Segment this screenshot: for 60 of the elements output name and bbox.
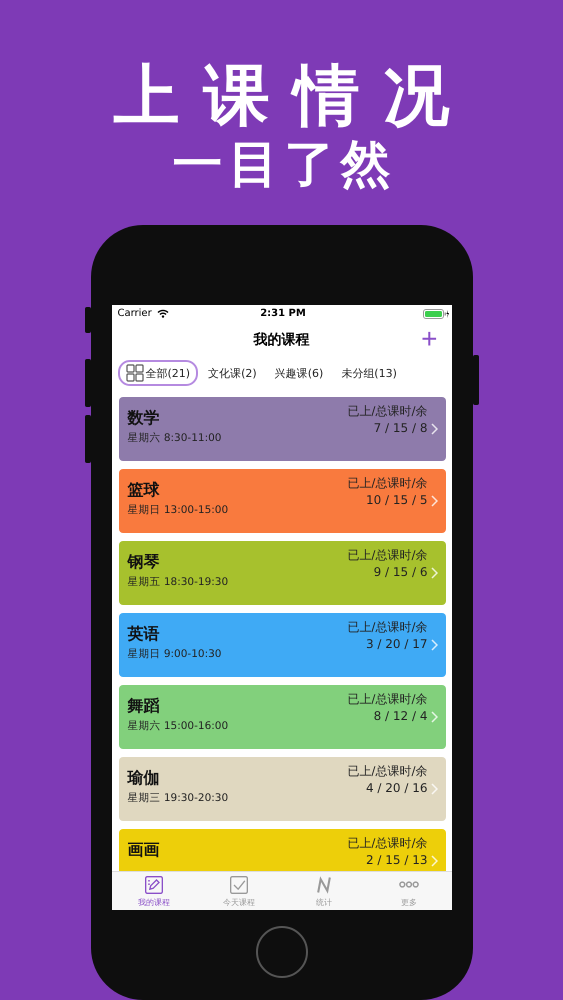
grid-icon xyxy=(126,364,144,382)
stats-value: 9 / 15 / 6 xyxy=(372,564,428,581)
stats-label: 已上/总课时/余 xyxy=(347,835,428,852)
chart-line-icon xyxy=(314,874,334,894)
chevron-icon xyxy=(430,711,438,723)
chevron-icon xyxy=(430,783,438,795)
stats-value: 8 / 12 / 4 xyxy=(372,708,428,725)
course-schedule: 星期三 19:30-20:30 xyxy=(128,791,230,805)
subheadline: 一目了然 xyxy=(172,136,396,192)
course-name: 英语 xyxy=(128,623,160,645)
course-schedule: 星期五 18:30-19:30 xyxy=(128,575,230,589)
wifi-icon xyxy=(156,309,169,318)
course-card[interactable]: 瑜伽 星期三 19:30-20:30 已上/总课时/余 4 / 20 / 16 xyxy=(118,757,446,821)
filter-tab[interactable]: 未分组(13) xyxy=(333,362,405,384)
stats-value: 10 / 15 / 5 xyxy=(364,492,428,509)
course-card[interactable]: 篮球 星期日 13:00-15:00 已上/总课时/余 10 / 15 / 5 xyxy=(118,469,446,533)
chevron-icon xyxy=(430,639,438,651)
filter-tab[interactable]: 兴趣课(6) xyxy=(266,362,332,384)
stats-value: 4 / 20 / 16 xyxy=(364,780,428,797)
stats-label: 已上/总课时/余 xyxy=(347,403,428,420)
chevron-icon xyxy=(430,855,438,867)
stats-value: 3 / 20 / 17 xyxy=(364,636,428,653)
course-name: 瑜伽 xyxy=(128,767,160,789)
stats-label: 已上/总课时/余 xyxy=(347,619,428,636)
course-name: 舞蹈 xyxy=(128,695,160,717)
course-schedule: 星期日 9:00-10:30 xyxy=(128,647,222,661)
status-time: 2:31 PM xyxy=(260,308,306,319)
course-card[interactable]: 钢琴 星期五 18:30-19:30 已上/总课时/余 9 / 15 / 6 xyxy=(118,541,446,605)
course-card[interactable]: 数学 星期六 8:30-11:00 已上/总课时/余 7 / 15 / 8 xyxy=(118,397,446,461)
course-schedule: 星期六 8:30-11:00 xyxy=(128,431,222,445)
stats-label: 已上/总课时/余 xyxy=(347,763,428,780)
tab-bar-item[interactable]: 我的课程 xyxy=(112,872,196,910)
stats-label: 已上/总课时/余 xyxy=(347,691,428,708)
filter-tab[interactable]: 文化课(2) xyxy=(200,362,265,384)
more-icon xyxy=(399,880,419,888)
battery-icon xyxy=(422,308,449,318)
course-name: 篮球 xyxy=(128,479,160,501)
home-button[interactable] xyxy=(256,926,308,978)
stats-value: 7 / 15 / 8 xyxy=(372,420,428,437)
course-schedule: 星期日 13:00-15:00 xyxy=(128,503,230,517)
stats-value: 2 / 15 / 13 xyxy=(364,852,428,869)
course-schedule: 星期六 15:00-16:00 xyxy=(128,719,230,733)
stats-label: 已上/总课时/余 xyxy=(347,475,428,492)
add-button[interactable]: + xyxy=(417,325,442,353)
edit-icon xyxy=(144,874,164,894)
nav-title: 我的课程 xyxy=(254,331,310,349)
carrier-label: Carrier xyxy=(118,308,152,319)
chevron-icon xyxy=(430,567,438,579)
checkbox-icon xyxy=(229,874,249,894)
stats-label: 已上/总课时/余 xyxy=(347,547,428,564)
chevron-icon xyxy=(430,495,438,507)
course-name: 画画 xyxy=(128,839,160,861)
course-name: 数学 xyxy=(128,407,160,429)
course-card[interactable]: 英语 星期日 9:00-10:30 已上/总课时/余 3 / 20 / 17 xyxy=(118,613,446,677)
course-card[interactable]: 画画 已上/总课时/余 2 / 15 / 13 xyxy=(118,829,446,871)
filter-tab[interactable]: 全部(21) xyxy=(118,360,198,386)
headline: 上课情况 xyxy=(114,58,474,134)
chevron-icon xyxy=(430,423,438,435)
course-card[interactable]: 舞蹈 星期六 15:00-16:00 已上/总课时/余 8 / 12 / 4 xyxy=(118,685,446,749)
course-name: 钢琴 xyxy=(128,551,160,573)
